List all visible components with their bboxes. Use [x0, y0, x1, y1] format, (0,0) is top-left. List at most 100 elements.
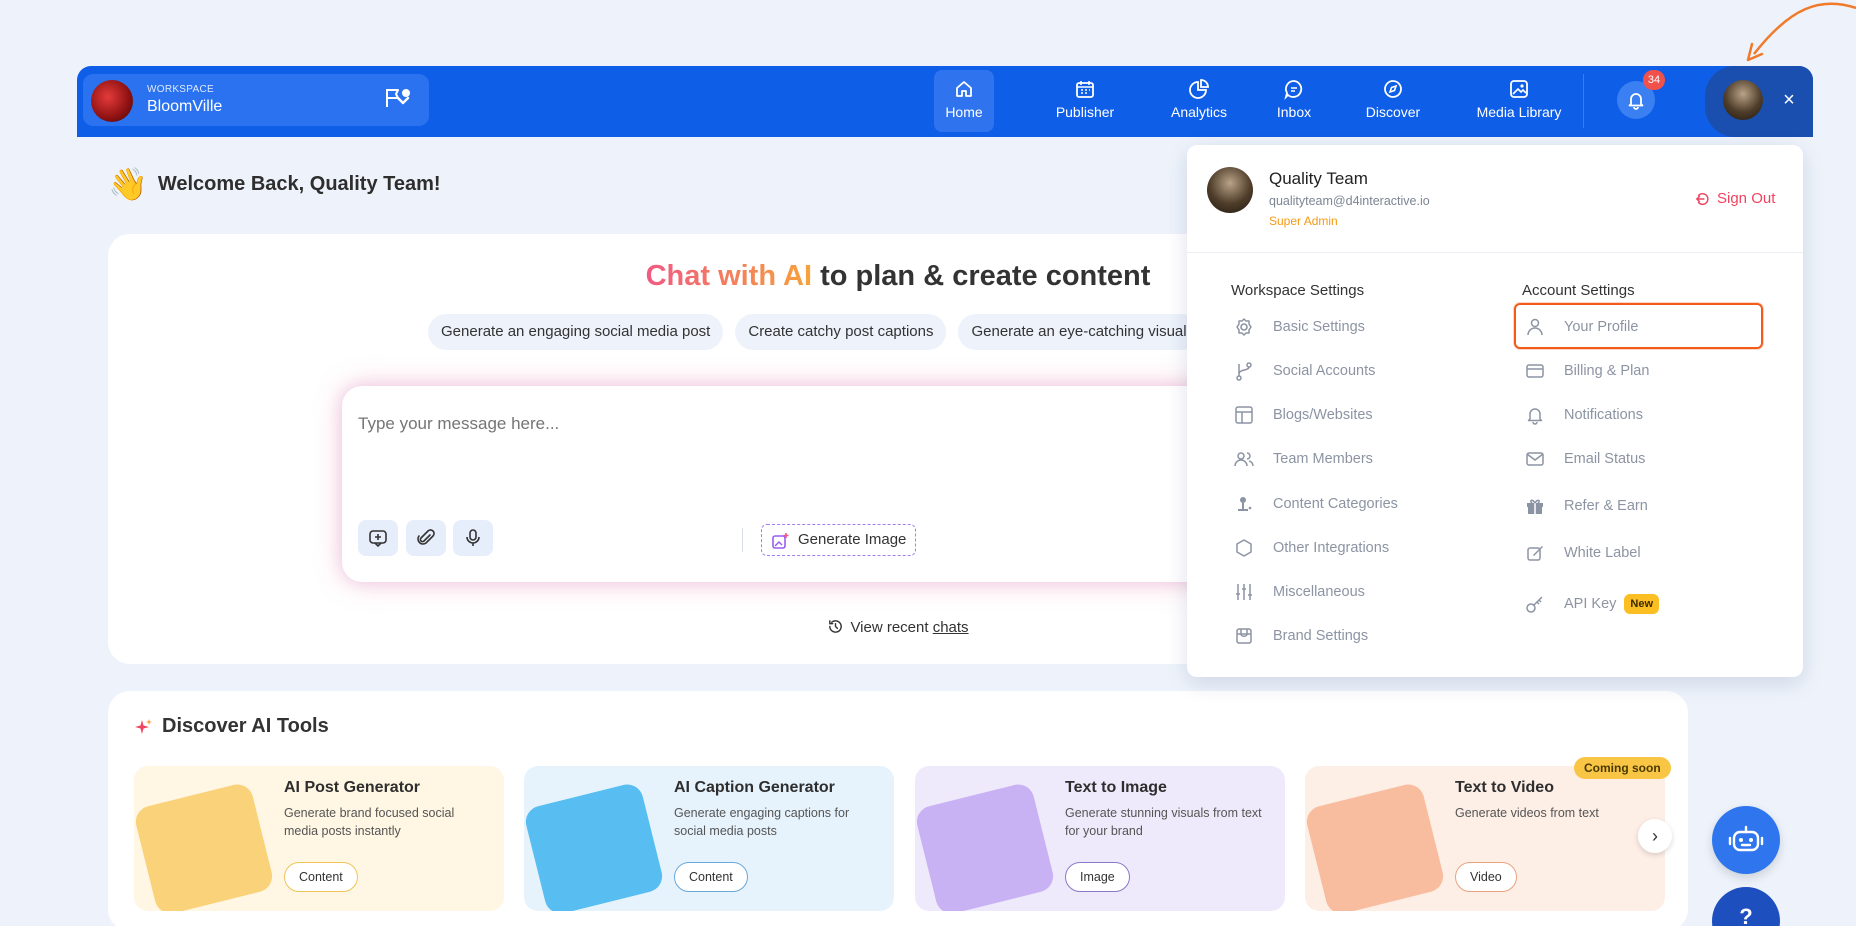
share-icon	[1236, 362, 1252, 381]
toolbar-separator	[742, 528, 743, 552]
layout-icon	[1235, 406, 1253, 424]
voice-button[interactable]	[453, 520, 493, 556]
sign-out-button[interactable]: Sign Out	[1695, 190, 1775, 207]
menu-other-integrations[interactable]: Other Integrations	[1233, 536, 1389, 560]
menu-item-label: Content Categories	[1273, 496, 1398, 512]
image-sparkle-icon	[772, 533, 789, 549]
tool-card-description: Generate engaging captions for social me…	[674, 806, 850, 838]
tool-card-text-to-video[interactable]: Text to Video Generate videos from text …	[1305, 766, 1665, 911]
menu-item-label: Email Status	[1564, 451, 1646, 467]
menu-your-profile[interactable]: Your Profile	[1524, 315, 1638, 339]
help-button[interactable]: ?	[1712, 887, 1780, 926]
home-icon	[956, 81, 972, 97]
menu-item-label: Blogs/Websites	[1273, 407, 1373, 423]
workspace-switcher[interactable]: WORKSPACE BloomVille	[83, 74, 429, 126]
user-menu-toggle[interactable]: ×	[1705, 66, 1813, 137]
tool-card-title: AI Post Generator	[284, 779, 421, 796]
user-avatar	[1723, 80, 1763, 120]
menu-item-label: Your Profile	[1564, 319, 1639, 335]
hexagon-icon	[1236, 539, 1252, 557]
menu-notifications[interactable]: Notifications	[1524, 403, 1643, 427]
recent-chats-link[interactable]: chats	[933, 619, 969, 636]
robot-icon	[1728, 825, 1764, 852]
menu-billing-plan[interactable]: Billing & Plan	[1524, 359, 1649, 383]
suggestion-chip[interactable]: Create catchy post captions	[735, 314, 947, 350]
pie-chart-icon	[1189, 79, 1209, 99]
notification-count-badge: 34	[1643, 70, 1665, 90]
profile-email: qualityteam@d4interactive.io	[1269, 194, 1430, 208]
menu-item-label: Social Accounts	[1273, 363, 1376, 379]
suggestion-chip[interactable]: Generate an engaging social media post	[428, 314, 724, 350]
generate-image-label: Generate Image	[798, 531, 907, 548]
nav-inbox[interactable]: Inbox	[1254, 70, 1334, 132]
tool-card-tag: Content	[284, 862, 358, 892]
profile-role: Super Admin	[1269, 214, 1338, 228]
image-icon	[1510, 80, 1528, 98]
nav-divider	[1583, 74, 1584, 128]
menu-team-members[interactable]: Team Members	[1233, 447, 1373, 471]
profile-name: Quality Team	[1269, 169, 1368, 188]
generate-image-button[interactable]: Generate Image	[761, 524, 917, 556]
menu-basic-settings[interactable]: Basic Settings	[1233, 315, 1365, 339]
tool-card-title: Text to Image	[1065, 779, 1167, 796]
text-to-image-illustration	[915, 781, 1057, 911]
menu-content-categories[interactable]: Content Categories	[1233, 492, 1398, 516]
menu-miscellaneous[interactable]: Miscellaneous	[1233, 580, 1365, 604]
suggestion-chip[interactable]: Generate an eye-catching visual	[958, 314, 1200, 350]
discover-ai-tools: Discover AI Tools AI Post Generator Gene…	[108, 691, 1688, 926]
discover-title-label: Discover AI Tools	[162, 715, 329, 737]
nav-analytics-label: Analytics	[1170, 104, 1228, 120]
nav-analytics[interactable]: Analytics	[1149, 70, 1249, 132]
nav-media-library[interactable]: Media Library	[1459, 70, 1579, 132]
nav-home[interactable]: Home	[934, 70, 994, 132]
nav-home-label: Home	[945, 104, 983, 120]
ai-prompt-button[interactable]	[358, 520, 398, 556]
workspace-label: WORKSPACE	[147, 84, 214, 95]
carousel-next-button[interactable]: ›	[1638, 819, 1672, 853]
tool-card-description: Generate stunning visuals from text for …	[1065, 806, 1262, 838]
category-icon	[1238, 497, 1252, 511]
menu-refer-earn[interactable]: Refer & Earn	[1524, 494, 1648, 518]
menu-item-label: Basic Settings	[1273, 319, 1365, 335]
account-settings-heading: Account Settings	[1522, 282, 1635, 299]
tool-card-ai-post-generator[interactable]: AI Post Generator Generate brand focused…	[134, 766, 504, 911]
ai-assistant-button[interactable]	[1712, 806, 1780, 874]
chat-message-input[interactable]	[358, 404, 1058, 444]
close-icon[interactable]: ×	[1777, 88, 1801, 112]
tool-card-title: AI Caption Generator	[674, 779, 835, 796]
paperclip-icon	[417, 529, 435, 545]
flag-icon[interactable]	[383, 86, 413, 110]
logout-icon	[1695, 192, 1709, 205]
tool-card-ai-caption-generator[interactable]: AI Caption Generator Generate engaging c…	[524, 766, 894, 911]
welcome-header: 👋 Welcome Back, Quality Team!	[108, 162, 441, 206]
tool-card-tag: Content	[674, 862, 748, 892]
discover-title: Discover AI Tools	[134, 715, 329, 738]
menu-item-label: White Label	[1564, 545, 1641, 561]
edit-icon	[1527, 546, 1543, 561]
sparkles-icon	[135, 718, 152, 734]
tool-card-description: Generate videos from text	[1455, 806, 1599, 820]
tool-card-text-to-image[interactable]: Text to Image Generate stunning visuals …	[915, 766, 1285, 911]
attach-button[interactable]	[406, 520, 446, 556]
wave-emoji: 👋	[108, 166, 148, 202]
nav-discover[interactable]: Discover	[1348, 70, 1438, 132]
menu-item-label: Notifications	[1564, 407, 1643, 423]
menu-item-label: Team Members	[1273, 451, 1373, 467]
menu-item-label: Miscellaneous	[1273, 584, 1365, 600]
nav-discover-label: Discover	[1365, 104, 1421, 120]
menu-item-label: Other Integrations	[1273, 540, 1390, 556]
menu-item-label: Refer & Earn	[1564, 498, 1648, 514]
menu-blogs-websites[interactable]: Blogs/Websites	[1233, 403, 1373, 427]
sparkle-chat-icon	[369, 530, 387, 548]
menu-white-label[interactable]: White Label	[1524, 541, 1641, 565]
nav-publisher[interactable]: Publisher	[1035, 70, 1135, 132]
menu-api-key[interactable]: API Key New	[1524, 592, 1660, 616]
tool-card-tag: Image	[1065, 862, 1130, 892]
users-icon	[1234, 452, 1254, 467]
welcome-title: Welcome Back, Quality Team!	[157, 172, 441, 195]
menu-email-status[interactable]: Email Status	[1524, 447, 1645, 471]
compass-icon	[1384, 80, 1402, 98]
menu-social-accounts[interactable]: Social Accounts	[1233, 359, 1375, 383]
menu-brand-settings[interactable]: Brand Settings	[1233, 624, 1368, 648]
sliders-icon	[1236, 584, 1252, 600]
